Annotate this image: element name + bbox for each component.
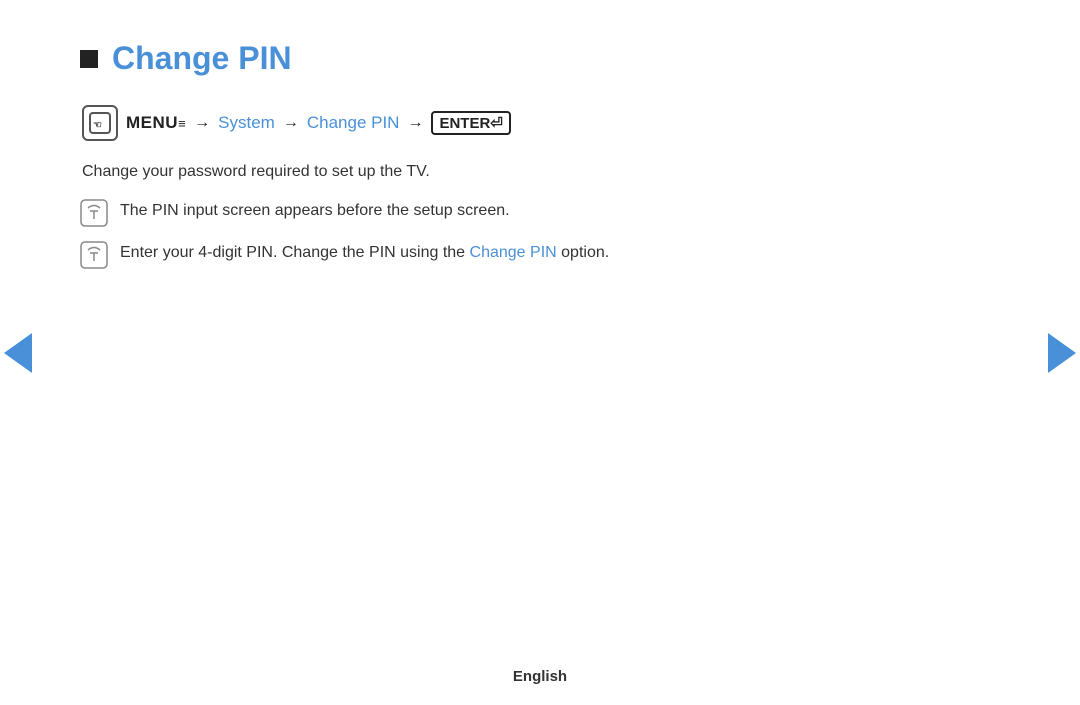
system-label: System xyxy=(218,113,275,133)
title-square-icon xyxy=(80,50,98,68)
prev-page-button[interactable] xyxy=(0,323,36,383)
note-text-2: Enter your 4-digit PIN. Change the PIN u… xyxy=(120,241,609,265)
main-content: Change PIN ☜ MENU≡ → System → Change PIN… xyxy=(0,0,1080,269)
note-icon-1 xyxy=(80,199,108,227)
enter-icon: ENTER⏎ xyxy=(431,111,510,135)
arrow-1: → xyxy=(194,114,210,132)
left-arrow-icon xyxy=(4,333,32,373)
note-icon-2 xyxy=(80,241,108,269)
change-pin-label: Change PIN xyxy=(307,113,400,133)
description-text: Change your password required to set up … xyxy=(82,163,1000,181)
note-text-1: The PIN input screen appears before the … xyxy=(120,199,510,223)
next-page-button[interactable] xyxy=(1044,323,1080,383)
note-2-highlight: Change PIN xyxy=(470,244,557,261)
note-2-before: Enter your 4-digit PIN. Change the PIN u… xyxy=(120,244,470,261)
right-arrow-icon xyxy=(1048,333,1076,373)
note-2-after: option. xyxy=(557,244,609,261)
menu-label: MENU≡ xyxy=(126,113,186,133)
menu-path: ☜ MENU≡ → System → Change PIN → ENTER⏎ xyxy=(82,105,1000,141)
note-row-1: The PIN input screen appears before the … xyxy=(80,199,1000,227)
footer-language: English xyxy=(513,668,567,685)
arrow-2: → xyxy=(283,114,299,132)
arrow-3: → xyxy=(407,114,423,132)
svg-text:☜: ☜ xyxy=(93,120,102,131)
note-row-2: Enter your 4-digit PIN. Change the PIN u… xyxy=(80,241,1000,269)
title-row: Change PIN xyxy=(80,40,1000,77)
menu-icon: ☜ xyxy=(82,105,118,141)
page-title: Change PIN xyxy=(112,40,292,77)
